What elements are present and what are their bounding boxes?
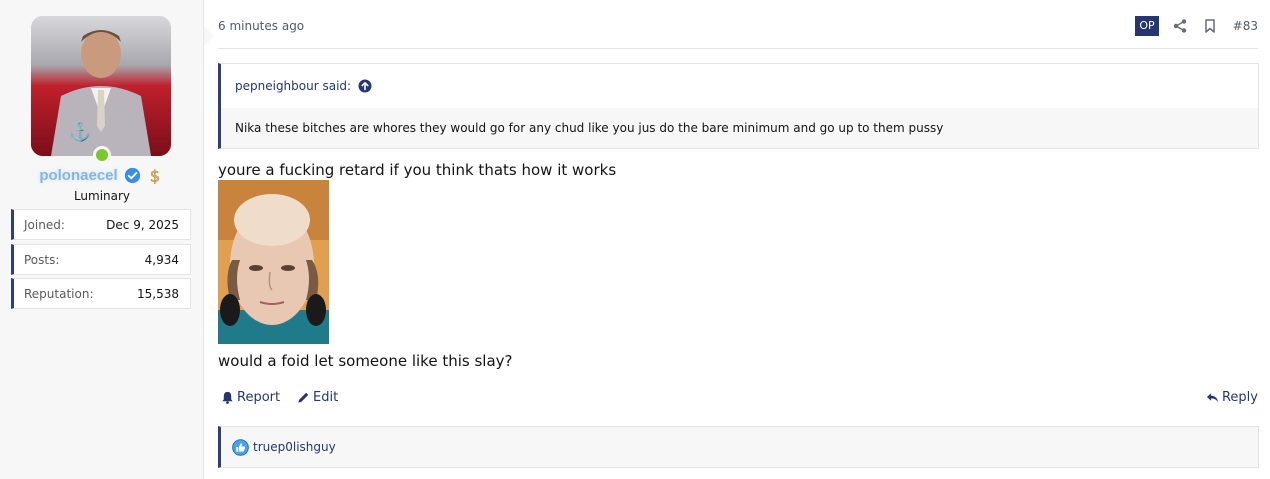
reactions-bar: truep0lishguy xyxy=(218,426,1259,468)
report-label: Report xyxy=(237,390,281,405)
op-badge: OP xyxy=(1135,16,1159,36)
post-number[interactable]: #83 xyxy=(1233,19,1258,33)
stat-label: Joined: xyxy=(24,217,65,232)
username[interactable]: polonaecel xyxy=(39,167,117,184)
reaction-user-link[interactable]: truep0lishguy xyxy=(253,440,336,454)
stat-label: Posts: xyxy=(24,252,60,267)
dollar-icon: $ xyxy=(149,166,160,185)
post-header-actions: OP #83 xyxy=(1135,16,1258,36)
post-time[interactable]: 6 minutes ago xyxy=(218,19,304,33)
quote-author[interactable]: pepneighbour said: xyxy=(235,79,351,93)
reply-button[interactable]: Reply xyxy=(1206,390,1258,405)
like-icon xyxy=(232,438,249,456)
quote-header[interactable]: pepneighbour said: xyxy=(221,64,1258,108)
post-arrow xyxy=(204,26,214,46)
svg-text:$: $ xyxy=(149,166,159,185)
quote-block: pepneighbour said: Nika these bitches ar… xyxy=(218,63,1259,149)
pencil-icon xyxy=(298,392,309,403)
stat-reputation: Reputation: 15,538 xyxy=(11,278,191,309)
stat-label: Reputation: xyxy=(24,286,94,301)
stat-value: Dec 9, 2025 xyxy=(106,217,179,232)
user-title: Luminary xyxy=(73,189,131,203)
svg-text:⚓: ⚓ xyxy=(69,121,91,143)
bookmark-icon[interactable] xyxy=(1203,19,1217,33)
stat-value: 15,538 xyxy=(137,286,179,301)
username-row: polonaecel $ xyxy=(0,165,204,185)
post-image[interactable] xyxy=(218,180,329,344)
stat-value: 4,934 xyxy=(144,252,179,267)
verified-badge-icon xyxy=(124,167,140,183)
edit-button[interactable]: Edit xyxy=(297,390,338,405)
online-status-dot xyxy=(93,146,111,164)
edit-label: Edit xyxy=(313,390,339,405)
share-icon[interactable] xyxy=(1173,19,1187,33)
quote-text: Nika these bitches are whores they would… xyxy=(221,108,1258,148)
report-button[interactable]: Report xyxy=(221,390,280,405)
arrow-up-circle-icon[interactable] xyxy=(358,79,372,93)
user-sidebar: ⚓ polonaecel $ Luminary Joined: Dec 9, 2… xyxy=(0,0,204,479)
post-text-line: youre a fucking retard if you think that… xyxy=(218,161,617,179)
avatar-image: ⚓ xyxy=(31,16,171,156)
reply-arrow-icon xyxy=(1206,393,1219,403)
post-text-line: would a foid let someone like this slay? xyxy=(218,352,513,370)
header-divider xyxy=(218,48,1258,49)
avatar[interactable]: ⚓ xyxy=(31,16,171,164)
reply-label: Reply xyxy=(1221,390,1258,405)
stat-joined: Joined: Dec 9, 2025 xyxy=(11,209,191,240)
stat-posts: Posts: 4,934 xyxy=(11,244,191,275)
bell-icon xyxy=(222,391,233,404)
